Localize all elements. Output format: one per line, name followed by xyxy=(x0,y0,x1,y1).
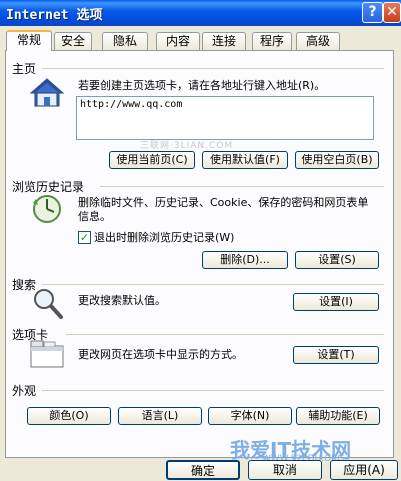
tabs-description: 更改网页在选项卡中显示的方式。 xyxy=(78,348,243,361)
search-divider xyxy=(42,284,384,285)
tab-connections[interactable]: 连接 xyxy=(202,32,246,50)
magnifier-icon xyxy=(34,289,63,319)
colors-button[interactable]: 颜色(O) xyxy=(27,407,111,425)
tabs-divider xyxy=(66,334,384,335)
fonts-button[interactable]: 字体(N) xyxy=(208,407,292,425)
tab-programs[interactable]: 程序 xyxy=(252,32,292,50)
history-description: 删除临时文件、历史记录、Cookie、保存的密码和网页表单信息。 xyxy=(78,196,369,223)
use-blank-button[interactable]: 使用空白页(B) xyxy=(295,151,379,169)
homepage-url-field[interactable]: http://www.qq.com xyxy=(76,96,374,140)
use-default-button[interactable]: 使用默认值(F) xyxy=(202,151,288,169)
tab-content[interactable]: 内容 xyxy=(156,32,200,50)
center-watermark: 三联网·3LIAN.COM xyxy=(140,141,234,151)
delete-history-button[interactable]: 删除(D)... xyxy=(202,251,288,269)
tab-privacy[interactable]: 隐私 xyxy=(102,32,148,50)
homepage-section-title: 主页 xyxy=(12,62,37,76)
search-settings-button[interactable]: 设置(I) xyxy=(293,293,379,311)
search-description: 更改搜索默认值。 xyxy=(78,294,166,307)
tab-security[interactable]: 安全 xyxy=(54,32,92,50)
history-settings-button[interactable]: 设置(S) xyxy=(295,251,379,269)
close-button[interactable]: ✕ xyxy=(383,2,401,23)
help-button[interactable]: ? xyxy=(362,2,383,23)
house-icon xyxy=(30,78,64,107)
title-bar[interactable]: Internet 选项 ? ✕ xyxy=(0,0,401,26)
accessibility-button[interactable]: 辅助功能(E) xyxy=(296,407,380,425)
homepage-divider xyxy=(42,68,384,69)
use-current-button[interactable]: 使用当前页(C) xyxy=(109,151,195,169)
languages-button[interactable]: 语言(L) xyxy=(118,407,202,425)
tabs-settings-button[interactable]: 设置(T) xyxy=(293,346,379,364)
window-title: Internet 选项 xyxy=(6,8,103,23)
tab-advanced[interactable]: 高级 xyxy=(296,32,340,50)
tab-general[interactable]: 常规 xyxy=(6,30,52,51)
apply-button[interactable]: 应用(A) xyxy=(330,460,398,480)
cancel-button[interactable]: 取消 xyxy=(248,460,322,480)
history-clock-icon xyxy=(33,195,61,223)
homepage-description: 若要创建主页选项卡，请在各地址行键入地址(R)。 xyxy=(78,79,326,92)
appearance-divider xyxy=(42,390,384,391)
internet-options-window: Internet 选项 ? ✕ 常规 安全 隐私 内容 连接 程序 高级 主页 … xyxy=(0,0,401,481)
ok-button[interactable]: 确定 xyxy=(166,460,240,480)
delete-on-exit-label: 退出时删除浏览历史记录(W) xyxy=(94,231,235,244)
history-divider xyxy=(100,186,384,187)
delete-on-exit-checkbox[interactable]: ✓ xyxy=(78,231,91,244)
appearance-section-title: 外观 xyxy=(12,384,37,398)
tabbed-window-icon xyxy=(30,340,64,368)
